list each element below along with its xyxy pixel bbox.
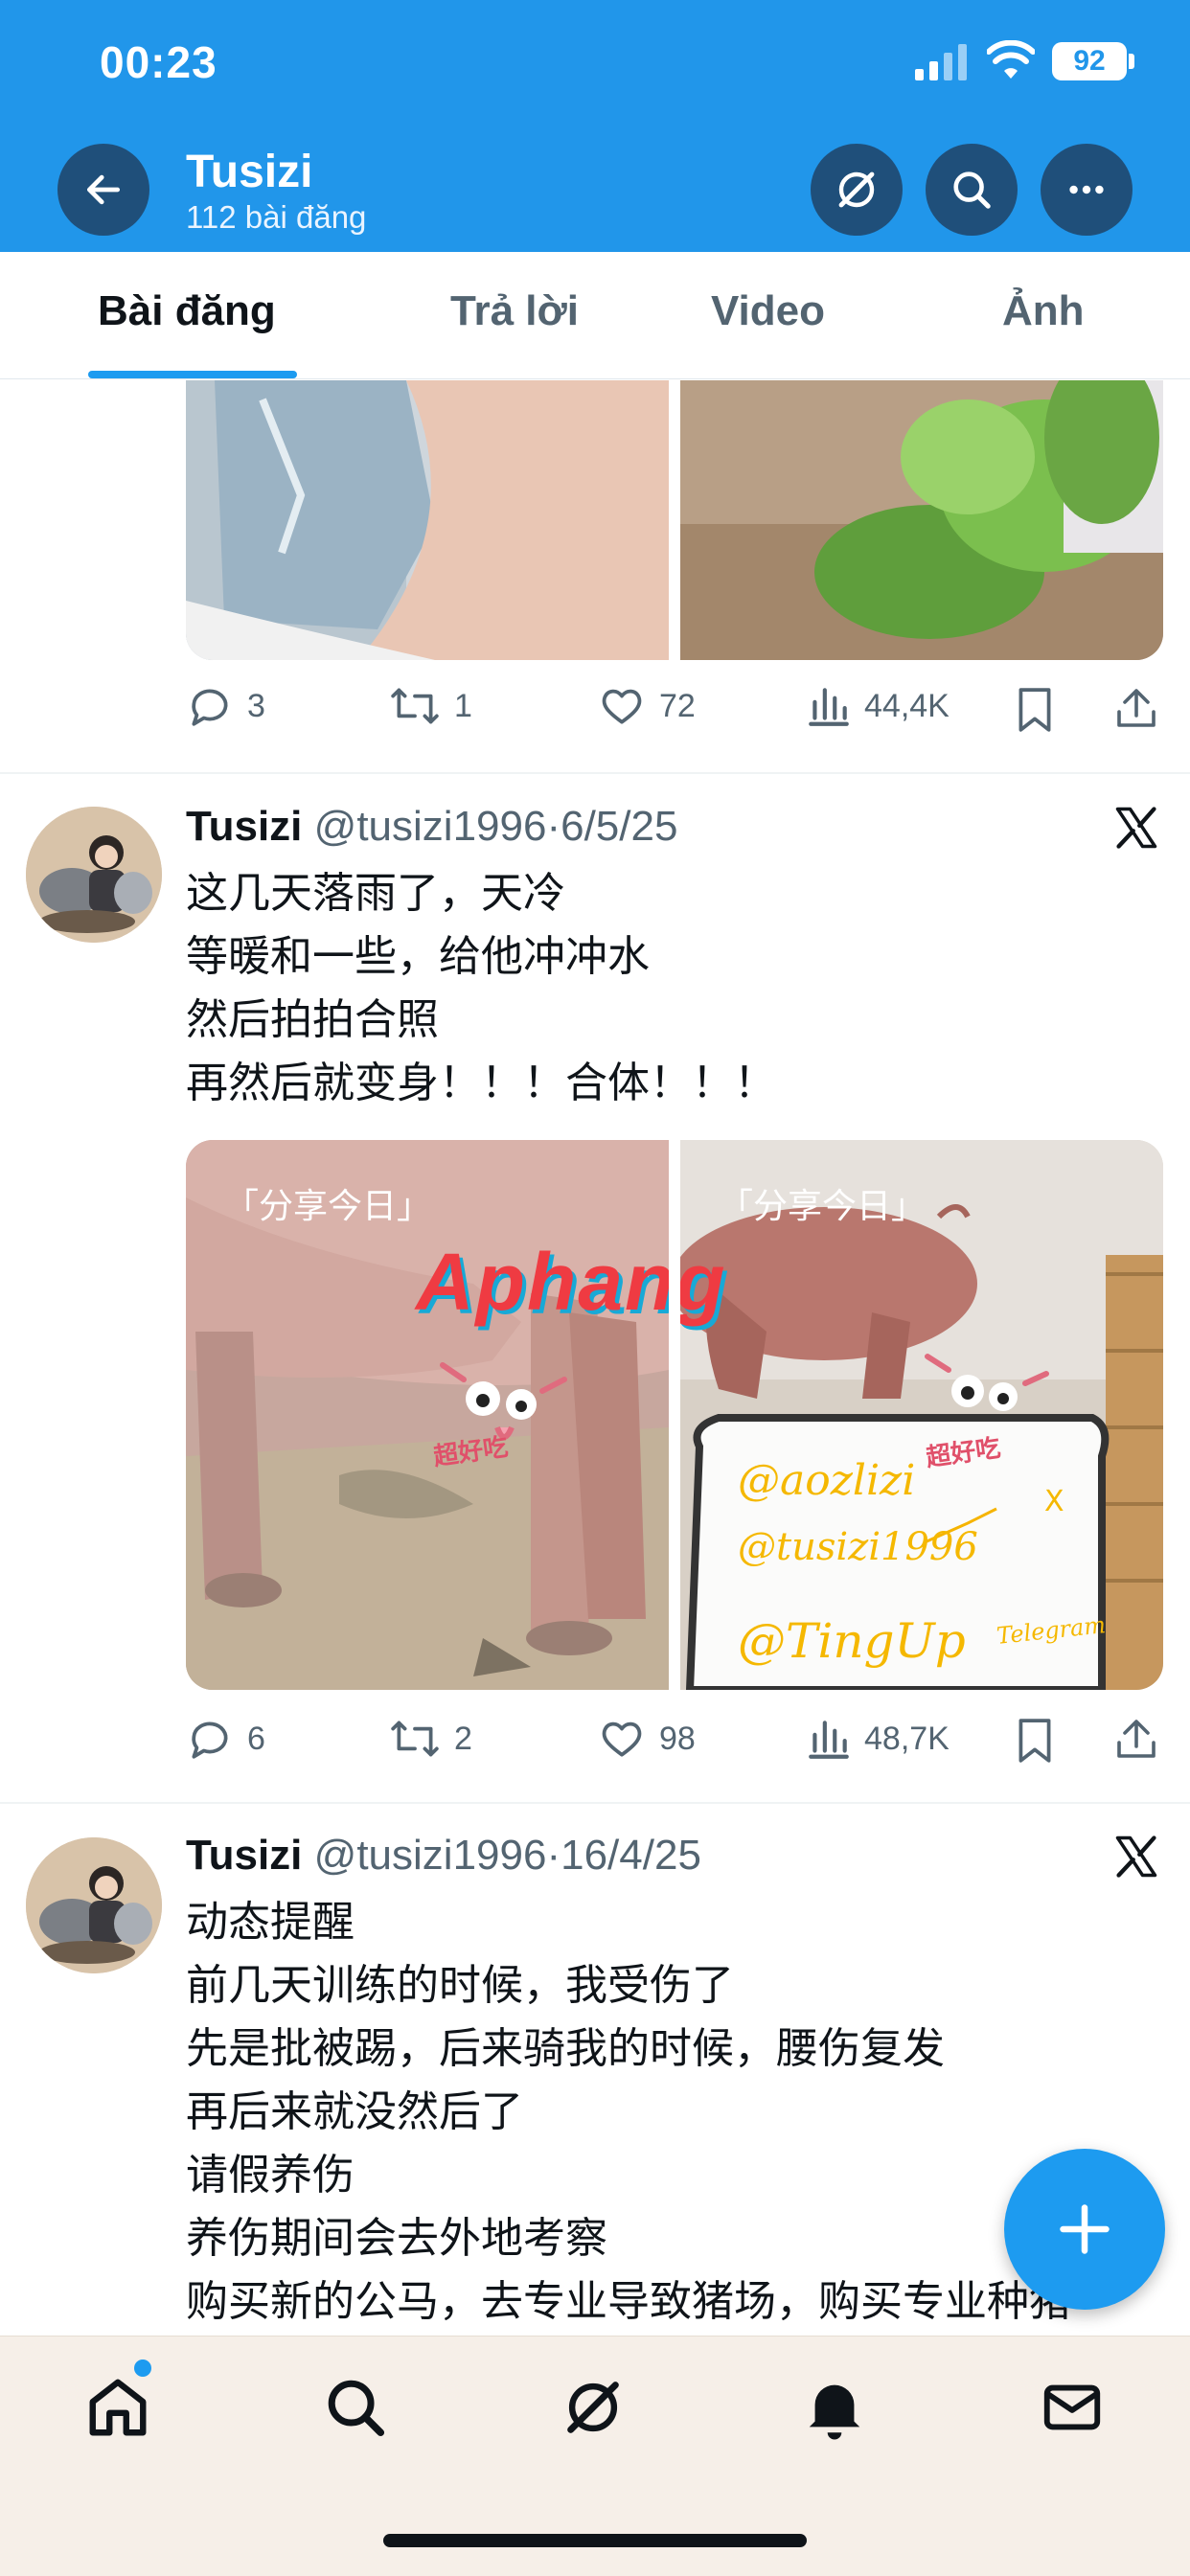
whiteboard-text: @TingUp [738,1613,966,1669]
avatar-image [26,807,162,943]
reply-count: 6 [247,1720,265,1757]
views-count: 48,7K [864,1720,950,1757]
author-handle[interactable]: @tusizi1996 [314,1832,547,1879]
photo-caption: 「分享今日」 [224,1187,432,1226]
share-icon[interactable] [1113,684,1159,732]
reply-action[interactable]: 3 [186,682,265,730]
whiteboard-text: @aozlizi [738,1456,916,1505]
status-time: 00:23 [100,37,217,87]
avatar-image [26,1837,162,1973]
avatar[interactable] [26,1837,162,1973]
repost-action[interactable]: 2 [389,1715,472,1763]
like-icon [602,689,642,724]
post-count: 112 bài đăng [186,199,367,235]
search-button[interactable] [926,144,1018,236]
battery-cap [1129,54,1134,69]
like-action[interactable]: 72 [598,682,696,730]
repost-action[interactable]: 1 [389,682,472,730]
more-button[interactable] [1041,144,1133,236]
mail-icon[interactable] [1039,2374,1106,2441]
home-indicator [383,2534,807,2547]
grok-button[interactable] [811,144,903,236]
bookmark-icon[interactable] [1014,686,1056,734]
separator-dot: · [546,803,561,850]
home-icon[interactable] [84,2374,151,2441]
views-action[interactable]: 44,4K [807,682,950,730]
tab-photos[interactable]: Ảnh [1002,287,1085,335]
tab-replies[interactable]: Trả lời [450,287,579,335]
plus-icon [1060,2204,1110,2254]
author-handle[interactable]: @tusizi1996 [314,803,547,850]
photo-thumbnail[interactable] [186,380,669,660]
repost-count: 1 [454,687,472,724]
search-icon [953,171,991,209]
tweet-header: Tusizi @tusizi1996·16/4/25 [186,1832,701,1880]
author-name[interactable]: Tusizi [186,803,302,850]
back-button[interactable] [57,144,149,236]
wifi-icon [987,40,1035,79]
whiteboard-text: X [1044,1485,1064,1518]
views-icon [809,1721,849,1759]
tweet-text-line: 这几天落雨了，天冷 [186,870,565,917]
views-count: 44,4K [864,687,950,724]
tweet-text-line: 前几天训练的时候，我受伤了 [186,1962,734,2009]
bell-icon[interactable] [801,2374,868,2441]
x-logo-icon [1115,807,1157,849]
like-action[interactable]: 98 [598,1715,696,1763]
repost-icon [391,688,439,724]
repost-count: 2 [454,1720,472,1757]
separator-dot: · [546,1832,561,1879]
tweet-divider [0,1802,1190,1804]
notification-dot [134,2359,151,2377]
grok-icon [838,171,875,208]
tweet-text-line: 养伤期间会去外地考察 [186,2215,607,2262]
tweet-header: Tusizi @tusizi1996·6/5/25 [186,803,677,851]
tweet-date[interactable]: 6/5/25 [561,803,677,850]
tweet-text-line: 再然后就变身！！！合体！！！ [186,1060,776,1106]
tweet-text-line: 先是批被踢，后来骑我的时候，腰伤复发 [186,2025,945,2072]
photo-thumbnail[interactable] [680,380,1163,660]
compose-button[interactable] [1004,2149,1165,2310]
photo-caption: 「分享今日」 [719,1187,927,1226]
repost-icon [391,1721,439,1757]
like-count: 98 [659,1720,696,1757]
media-gap [669,1140,680,1690]
photo-pig-right[interactable]: 「分享今日」 超好吃 @aozlizi @tusizi1996 @TingUp … [680,1140,1163,1690]
tweet-text-line: 请假养伤 [186,2152,355,2199]
tweet-text-line: 然后拍拍合照 [186,996,439,1043]
photo-pig-left[interactable]: 「分享今日」 超好吃 [186,1140,669,1690]
tweet-text-line: 再后来就没然后了 [186,2088,523,2135]
grok-icon[interactable] [560,2374,627,2441]
reply-action[interactable]: 6 [186,1715,265,1763]
more-icon [1069,185,1104,194]
views-icon [809,688,849,726]
tweet-date[interactable]: 16/4/25 [561,1832,701,1879]
back-arrow-icon [86,174,121,205]
whiteboard-text: @tusizi1996 [738,1525,978,1569]
reply-icon [192,1721,228,1759]
reply-icon [192,689,228,726]
prev-tweet-media[interactable] [186,380,1163,660]
cellular-signal-icon [915,44,967,80]
tweet-divider [0,772,1190,774]
like-icon [602,1721,642,1757]
avatar[interactable] [26,807,162,943]
tab-posts[interactable]: Bài đăng [98,287,276,335]
bookmark-icon[interactable] [1014,1717,1056,1765]
active-tab-indicator [88,371,297,378]
author-name[interactable]: Tusizi [186,1832,302,1879]
battery-indicator: 92 [1052,42,1127,80]
x-logo-icon [1115,1835,1157,1878]
tweet-text-line: 等暖和一些，给他冲冲水 [186,933,650,980]
share-icon[interactable] [1113,1715,1159,1763]
profile-title: Tusizi [186,147,313,197]
views-action[interactable]: 48,7K [807,1715,950,1763]
like-count: 72 [659,687,696,724]
search-icon[interactable] [322,2374,389,2441]
tweet-text-line: 动态提醒 [186,1899,355,1946]
tab-video[interactable]: Video [711,287,825,335]
reply-count: 3 [247,687,265,724]
